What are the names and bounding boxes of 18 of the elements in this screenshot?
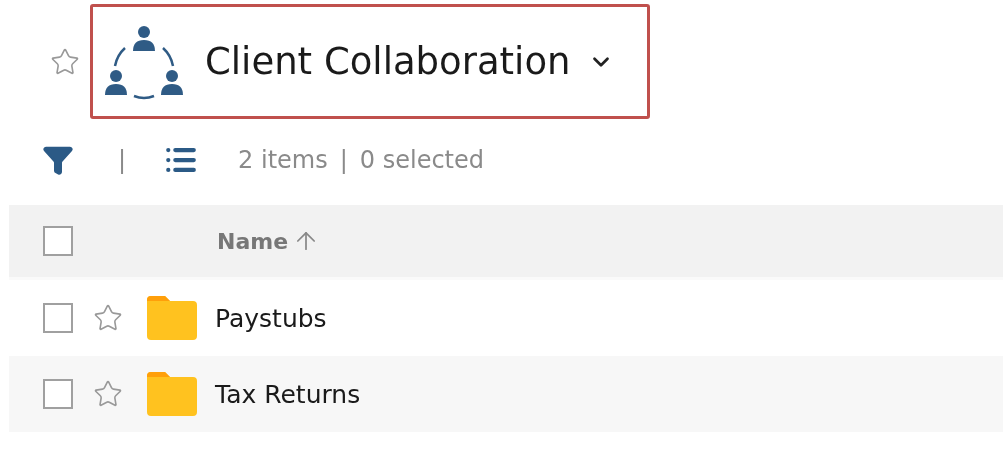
row-checkbox[interactable] — [43, 303, 73, 333]
selection-count: 0 selected — [359, 146, 485, 174]
item-count: 2 items — [238, 146, 328, 174]
folder-icon — [147, 372, 197, 416]
file-name[interactable]: Tax Returns — [215, 379, 361, 409]
star-icon[interactable] — [93, 303, 123, 333]
star-icon[interactable] — [93, 379, 123, 409]
row-checkbox[interactable] — [43, 379, 73, 409]
select-all-checkbox[interactable] — [43, 226, 73, 256]
workspace-title: Client Collaboration — [205, 40, 571, 83]
file-name[interactable]: Paystubs — [215, 303, 327, 333]
star-icon[interactable] — [50, 46, 80, 77]
toolbar-divider: | — [118, 146, 127, 174]
name-column-header[interactable]: Name — [217, 227, 321, 255]
folder-icon — [147, 296, 197, 340]
toolbar-divider: | — [339, 146, 348, 174]
filter-button[interactable] — [42, 144, 74, 176]
title-dropdown[interactable]: Client Collaboration — [90, 4, 650, 119]
